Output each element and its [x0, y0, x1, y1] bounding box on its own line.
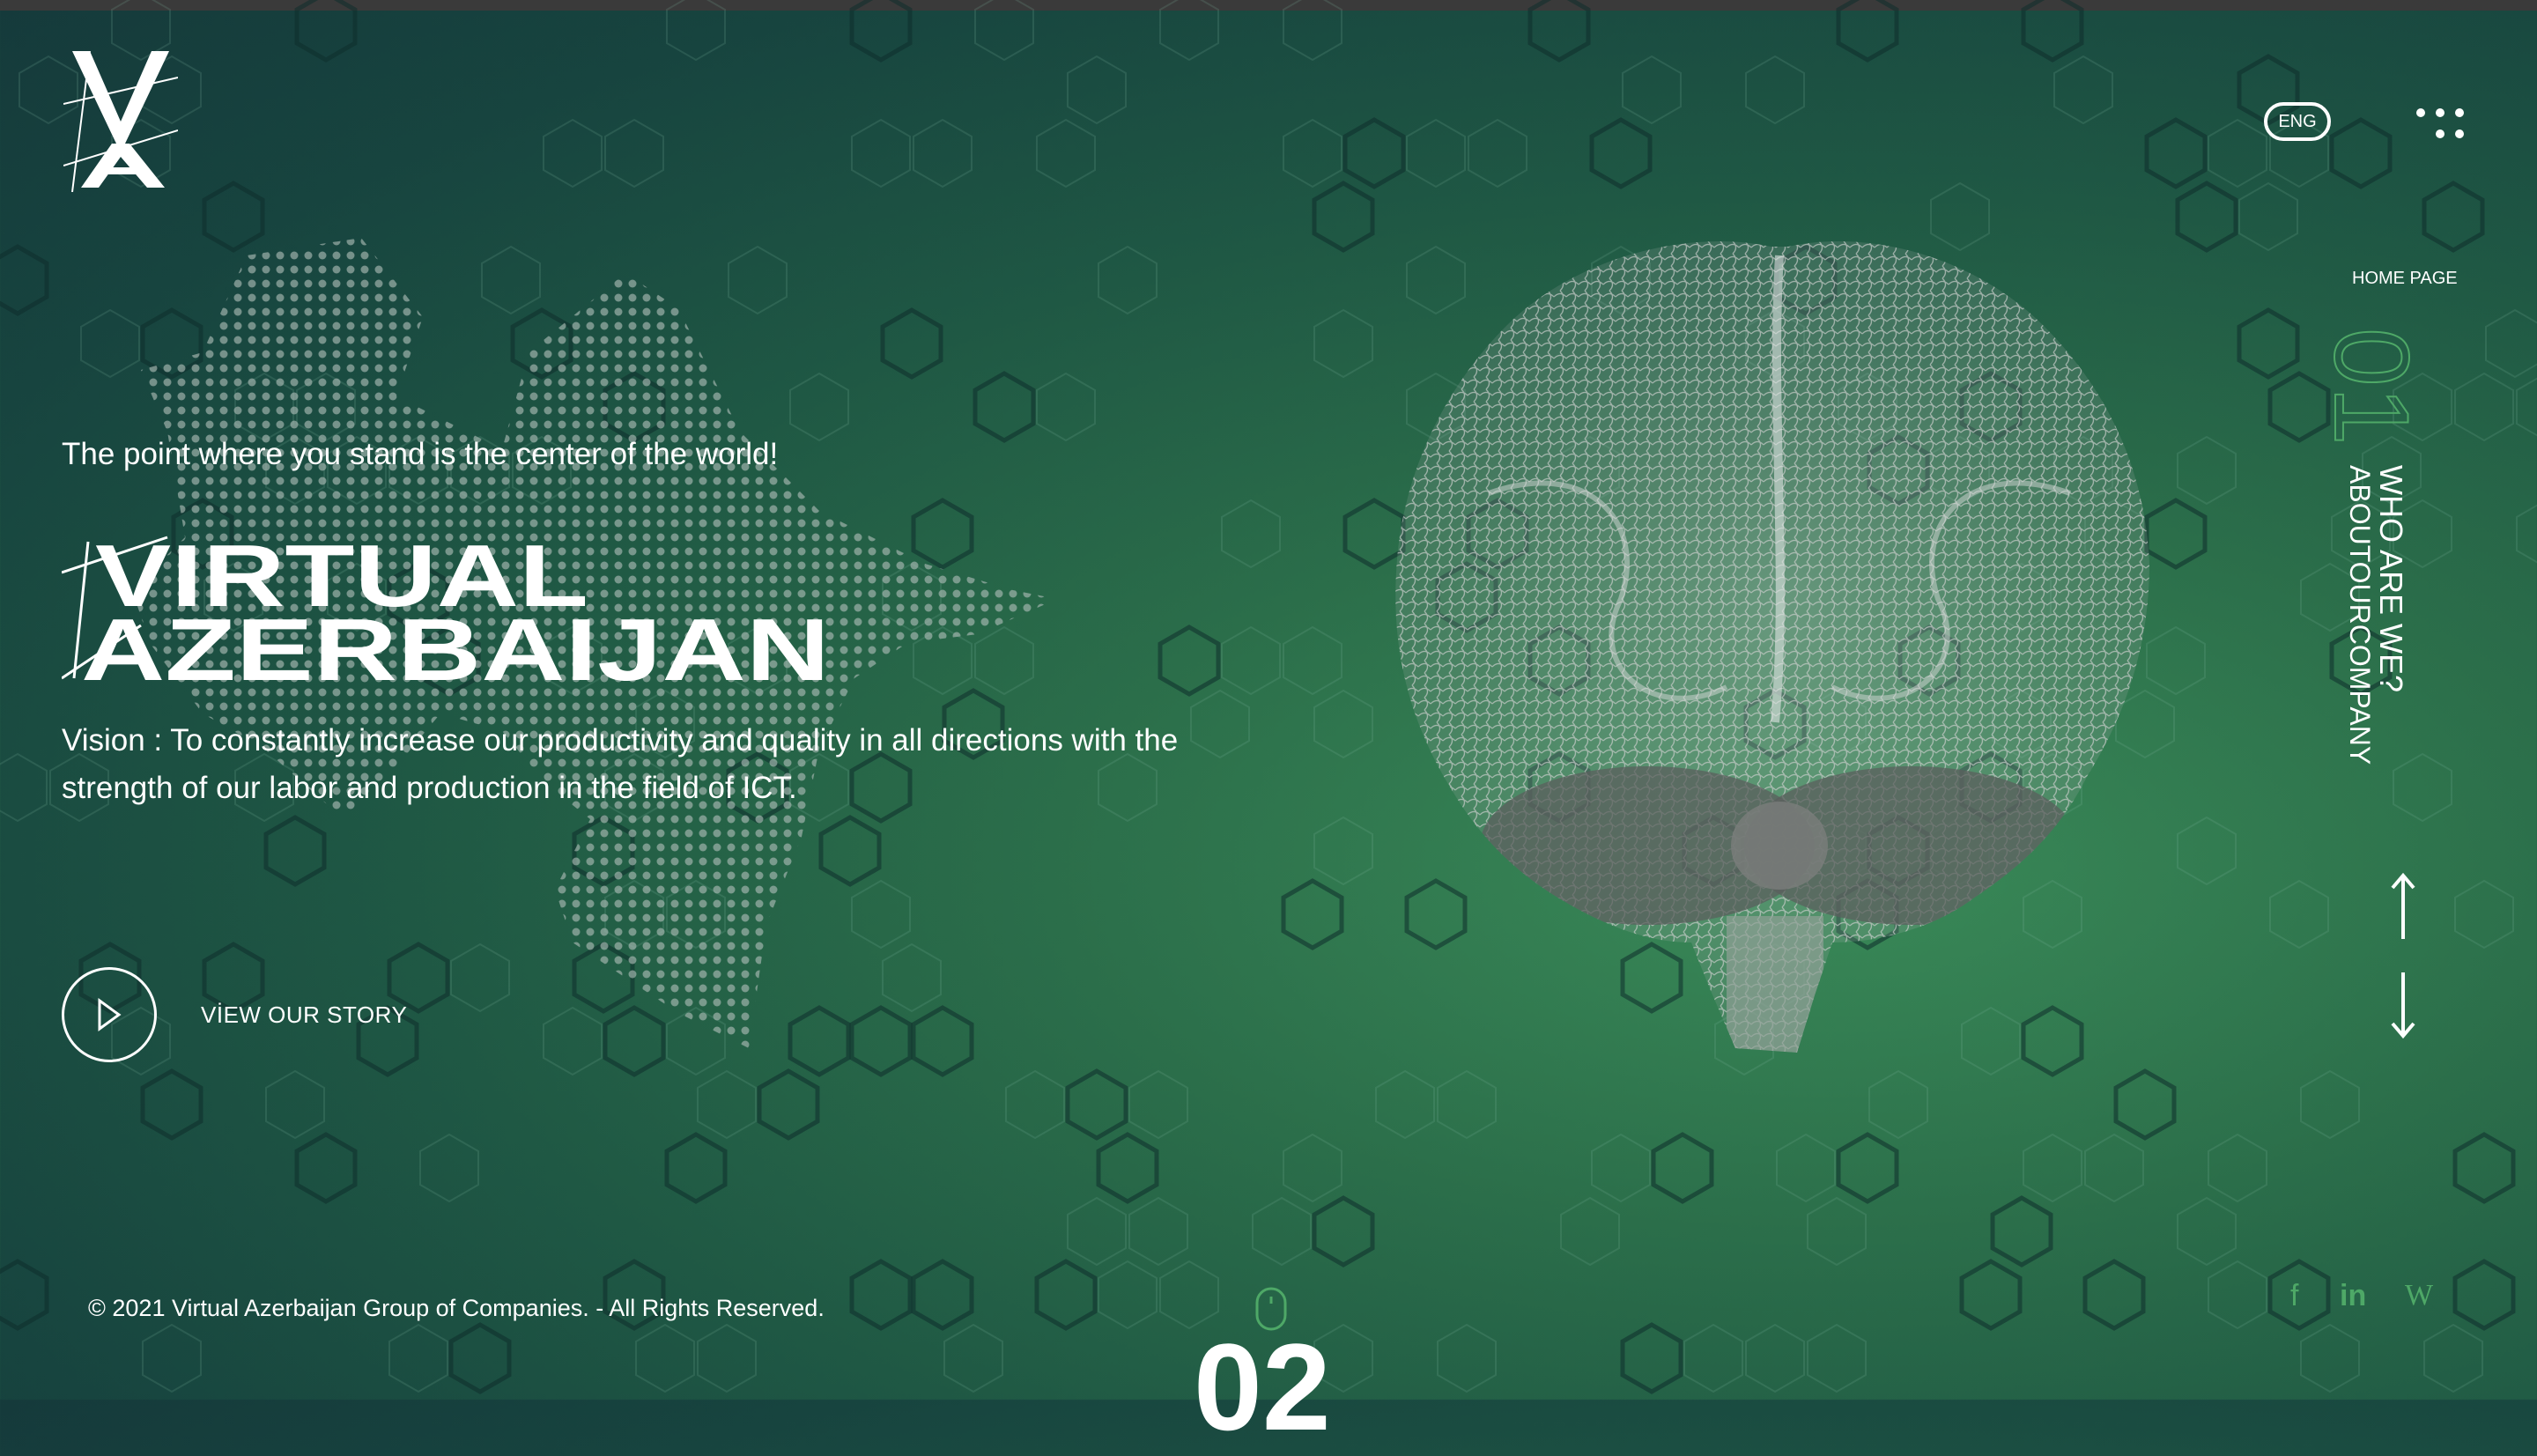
- company-logo[interactable]: [63, 51, 178, 192]
- language-switch-button[interactable]: ENG: [2264, 102, 2331, 141]
- view-story-link[interactable]: VİEW OUR STORY: [201, 1001, 407, 1029]
- dots-menu-icon[interactable]: [2414, 104, 2467, 143]
- arrow-down-icon[interactable]: [2387, 969, 2419, 1039]
- arrow-up-icon[interactable]: [2387, 872, 2419, 942]
- wikipedia-icon[interactable]: W: [2405, 1279, 2433, 1312]
- hero-tagline: The point where you stand is the center …: [62, 437, 779, 471]
- linkedin-icon[interactable]: in: [2340, 1279, 2366, 1313]
- facebook-icon[interactable]: f: [2290, 1279, 2298, 1313]
- hero-title: VIRTUAL AZERBAIJAN: [62, 528, 830, 696]
- play-story-button[interactable]: [62, 967, 157, 1062]
- section-subheading: ABOUTOURCOMPANY: [2344, 465, 2376, 765]
- brain-wireframe-image: [1395, 241, 2149, 1053]
- home-page-label[interactable]: HOME PAGE: [2352, 269, 2458, 289]
- play-icon: [98, 998, 122, 1031]
- section-number: 01: [2311, 327, 2431, 446]
- section-heading: WHO ARE WE?: [2373, 465, 2409, 693]
- copyright-text: © 2021 Virtual Azerbaijan Group of Compa…: [88, 1295, 825, 1321]
- vision-statement: Vision : To constantly increase our prod…: [62, 723, 1179, 805]
- hero-title-line2: AZERBAIJAN: [81, 601, 830, 696]
- next-section-number: 02: [1194, 1318, 1331, 1456]
- language-label: ENG: [2278, 111, 2317, 131]
